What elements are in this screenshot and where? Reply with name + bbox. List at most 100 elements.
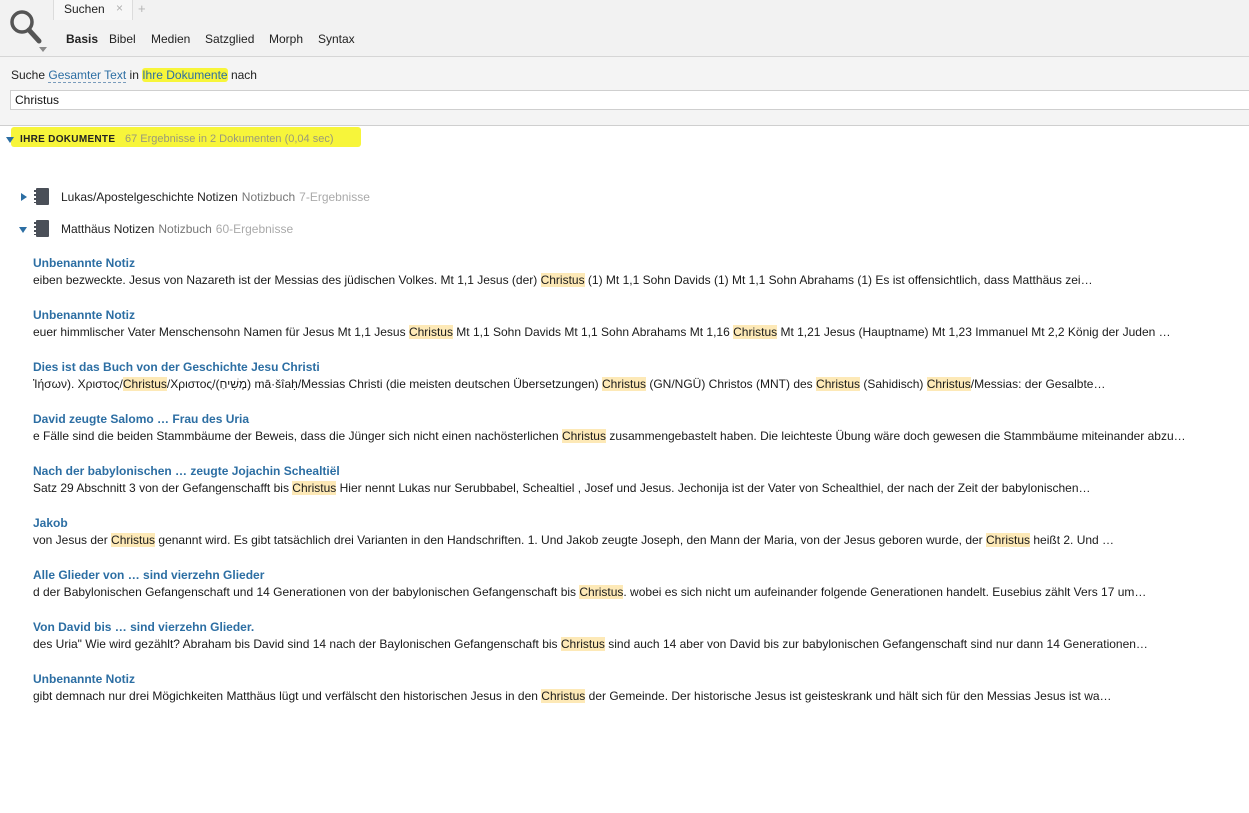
snippet-text: des Uria" Wie wird gezählt? Abraham bis …: [33, 637, 561, 651]
search-input[interactable]: [10, 90, 1249, 110]
snippet-text: sind auch 14 aber von David bis zur baby…: [604, 637, 1148, 651]
tab-label: Suchen: [64, 2, 105, 16]
snippet-text: Hier nennt Lukas nur Serubbabel, Schealt…: [336, 481, 1091, 495]
results-header[interactable]: IHRE DOKUMENTE 67 Ergebnisse in 2 Dokume…: [5, 127, 361, 148]
match-highlight: Christus: [733, 325, 778, 339]
query-description: Suche Gesamter Text in Ihre Dokumente na…: [11, 68, 257, 83]
hit-snippet: Satz 29 Abschnitt 3 von der Gefangenscha…: [33, 480, 1233, 496]
snippet-text: /Χριστος/(מָשִׁיחַ) mā·šîaḥ/Messias Chri…: [166, 377, 602, 391]
query-in: in: [129, 68, 139, 82]
scope-selector[interactable]: Gesamter Text: [48, 68, 127, 83]
search-hit[interactable]: Unbenannte Notiz euer himmlischer Vater M…: [33, 308, 1233, 340]
search-icon[interactable]: [8, 8, 44, 52]
subtab-medien[interactable]: Medien: [151, 32, 190, 46]
search-hit[interactable]: Jakob von Jesus der Christus genannt wird…: [33, 516, 1233, 548]
search-hit[interactable]: Alle Glieder von … sind vierzehn Glieder…: [33, 568, 1233, 600]
snippet-text: d der Babylonischen Gefangenschaft und 1…: [33, 585, 580, 599]
hit-title-link[interactable]: Nach der babylonischen … zeugte Jojachin…: [33, 464, 1233, 478]
search-hit[interactable]: Von David bis … sind vierzehn Glieder. de…: [33, 620, 1233, 652]
snippet-text: Mt 1,21 Jesus (Hauptname) Mt 1,23 Immanu…: [777, 325, 1171, 339]
match-highlight: Christus: [111, 533, 156, 547]
document-name: Matthäus Notizen: [61, 222, 155, 236]
hit-title-link[interactable]: Unbenannte Notiz: [33, 256, 1233, 270]
notebook-icon: [34, 220, 49, 237]
query-suffix: nach: [230, 68, 257, 82]
snippet-text: Ἰήσων). Χριστος/: [33, 377, 123, 391]
match-highlight: Christus: [540, 273, 585, 287]
hit-snippet: des Uria" Wie wird gezählt? Abraham bis …: [33, 636, 1233, 652]
snippet-text: Mt 1,1 Sohn Davids Mt 1,1 Sohn Abrahams …: [452, 325, 734, 339]
expand-triangle-icon[interactable]: [21, 193, 27, 201]
hit-title-link[interactable]: Alle Glieder von … sind vierzehn Glieder: [33, 568, 1233, 582]
document-row[interactable]: Matthäus Notizen Notizbuch 60-Ergebnisse: [0, 219, 600, 239]
snippet-text: von Jesus der: [33, 533, 112, 547]
subtab-bibel[interactable]: Bibel: [109, 32, 136, 46]
snippet-text: zusammengebastelt haben. Die leichteste …: [605, 429, 1186, 443]
results-count: 67 Ergebnisse in 2 Dokumenten (0,04 sec): [125, 133, 334, 145]
hit-snippet: gibt demnach nur drei Mögichkeiten Matth…: [33, 688, 1233, 704]
snippet-text: Satz 29 Abschnitt 3 von der Gefangenscha…: [33, 481, 293, 495]
snippet-text: e Fälle sind die beiden Stammbäume der B…: [33, 429, 562, 443]
snippet-text: (1) Mt 1,1 Sohn Davids (1) Mt 1,1 Sohn A…: [584, 273, 1093, 287]
tab-suchen[interactable]: Suchen ×: [53, 0, 133, 20]
match-highlight: Christus: [926, 377, 971, 391]
document-count: 60-Ergebnisse: [215, 222, 294, 236]
hit-title-link[interactable]: Dies ist das Buch von der Geschichte Jes…: [33, 360, 1233, 374]
results-title: IHRE DOKUMENTE: [20, 134, 116, 145]
hit-snippet: d der Babylonischen Gefangenschaft und 1…: [33, 584, 1233, 600]
document-title: Matthäus Notizen Notizbuch 60-Ergebnisse: [61, 222, 293, 236]
subtab-basis[interactable]: Basis: [66, 32, 98, 46]
match-highlight: Christus: [986, 533, 1031, 547]
hit-snippet: von Jesus der Christus genannt wird. Es …: [33, 532, 1233, 548]
collapse-triangle-icon[interactable]: [6, 137, 14, 143]
snippet-text: heißt 2. Und …: [1030, 533, 1115, 547]
snippet-text: gibt demnach nur drei Mögichkeiten Matth…: [33, 689, 542, 703]
snippet-text: /Messias: der Gesalbte…: [970, 377, 1106, 391]
match-highlight: Christus: [292, 481, 337, 495]
match-highlight: Christus: [602, 377, 647, 391]
hit-title-link[interactable]: Jakob: [33, 516, 1233, 530]
subtab-syntax[interactable]: Syntax: [318, 32, 355, 46]
match-highlight: Christus: [408, 325, 453, 339]
hit-title-link[interactable]: Unbenannte Notiz: [33, 308, 1233, 322]
search-panel-header: Suchen × + Basis Bibel Medien Satzglied …: [0, 0, 1249, 57]
hit-title-link[interactable]: David zeugte Salomo … Frau des Uria: [33, 412, 1233, 426]
hit-title-link[interactable]: Von David bis … sind vierzehn Glieder.: [33, 620, 1233, 634]
hit-snippet: e Fälle sind die beiden Stammbäume der B…: [33, 428, 1233, 444]
match-highlight: Christus: [816, 377, 861, 391]
add-tab-icon[interactable]: +: [138, 1, 146, 16]
hit-snippet: Ἰήσων). Χριστος/Christus/Χριστος/(מָשִׁי…: [33, 376, 1233, 392]
close-tab-icon[interactable]: ×: [116, 1, 123, 15]
search-hit[interactable]: Unbenannte Notiz eiben bezweckte. Jesus v…: [33, 256, 1233, 288]
search-hit[interactable]: David zeugte Salomo … Frau des Uria e Fäl…: [33, 412, 1233, 444]
query-prefix: Suche: [11, 68, 46, 82]
search-hit[interactable]: Nach der babylonischen … zeugte Jojachin…: [33, 464, 1233, 496]
document-title: Lukas/Apostelgeschichte Notizen Notizbuch…: [61, 190, 370, 204]
hit-snippet: eiben bezweckte. Jesus von Nazareth ist …: [33, 272, 1233, 288]
match-highlight: Christus: [560, 637, 605, 651]
query-area: Suche Gesamter Text in Ihre Dokumente na…: [0, 57, 1249, 126]
document-row[interactable]: Lukas/Apostelgeschichte Notizen Notizbuch…: [0, 187, 600, 207]
snippet-text: eiben bezweckte. Jesus von Nazareth ist …: [33, 273, 541, 287]
match-highlight: Christus: [579, 585, 624, 599]
subtab-morph[interactable]: Morph: [269, 32, 303, 46]
document-type: Notizbuch: [241, 190, 296, 204]
snippet-text: (Sahidisch): [860, 377, 927, 391]
notebook-icon: [34, 188, 49, 205]
snippet-text: (GN/NGÜ) Christos (MNT) des: [646, 377, 817, 391]
match-highlight: Christus: [122, 377, 167, 391]
snippet-text: euer himmlischer Vater Menschensohn Name…: [33, 325, 409, 339]
document-name: Lukas/Apostelgeschichte Notizen: [61, 190, 238, 204]
search-hit[interactable]: Unbenannte Notiz gibt demnach nur drei Mö…: [33, 672, 1233, 704]
hit-snippet: euer himmlischer Vater Menschensohn Name…: [33, 324, 1233, 340]
search-hit[interactable]: Dies ist das Buch von der Geschichte Jes…: [33, 360, 1233, 392]
panel-menu-caret-icon[interactable]: [39, 47, 47, 52]
subtab-satzglied[interactable]: Satzglied: [205, 32, 254, 46]
match-highlight: Christus: [561, 429, 606, 443]
snippet-text: genannt wird. Es gibt tatsächlich drei V…: [155, 533, 986, 547]
snippet-text: der Gemeinde. Der historische Jesus ist …: [585, 689, 1112, 703]
snippet-text: . wobei es sich nicht um aufeinander fol…: [623, 585, 1147, 599]
target-selector[interactable]: Ihre Dokumente: [142, 68, 228, 82]
collapse-triangle-icon[interactable]: [19, 227, 27, 233]
hit-title-link[interactable]: Unbenannte Notiz: [33, 672, 1233, 686]
